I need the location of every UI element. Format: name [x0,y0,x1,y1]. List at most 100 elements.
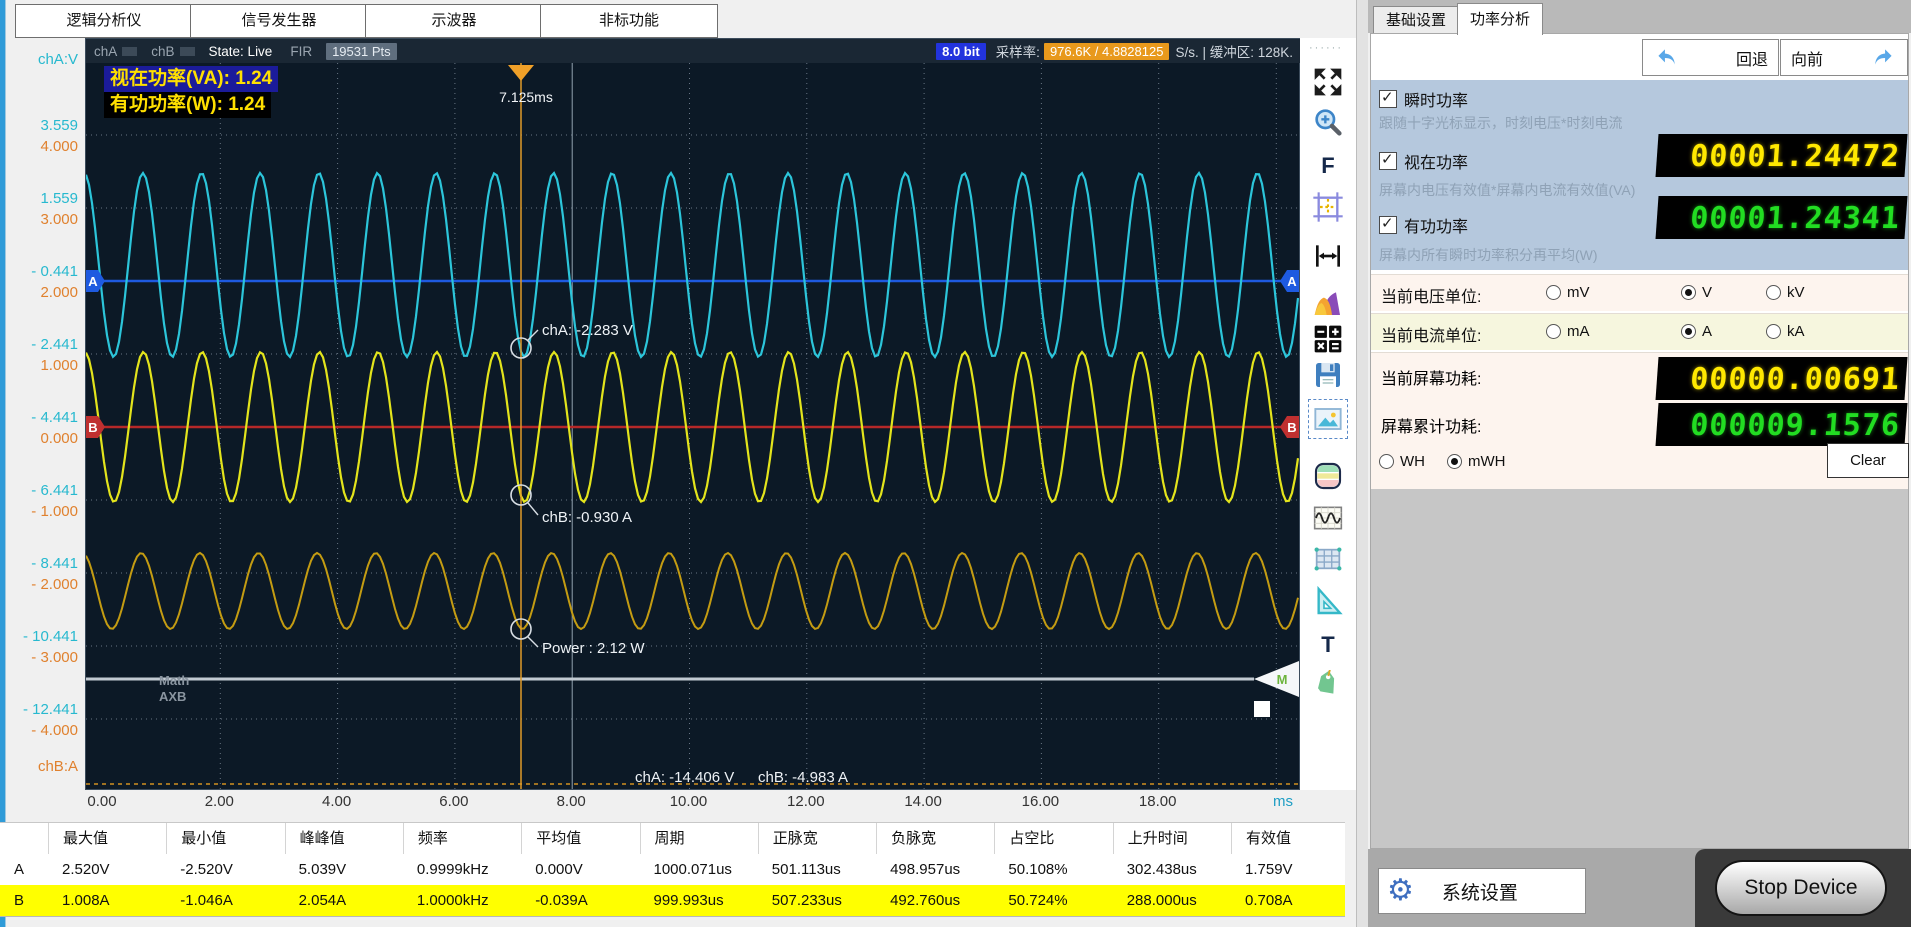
save-icon[interactable] [1308,355,1348,395]
table-value-cell: -0.039A [521,885,639,916]
radio-mwh[interactable] [1447,454,1462,469]
undo-label: 回退 [1736,46,1768,70]
table-row[interactable]: A2.520V-2.520V5.039V0.9999kHz0.000V1000.… [0,854,1345,885]
tab-power-analysis[interactable]: 功率分析 [1457,3,1543,35]
expand-icon[interactable] [1308,62,1348,102]
table-value-cell: 501.113us [758,854,876,885]
apparent-power-label: 视在功率 [1404,149,1468,173]
table-header-cell[interactable]: 平均值 [521,823,639,854]
radio-wh[interactable] [1379,454,1394,469]
zoom-in-icon[interactable] [1308,102,1348,142]
horizontal-measure-icon[interactable] [1308,236,1348,276]
waveform-card-icon[interactable] [1308,498,1348,538]
table-header-cell[interactable]: 最小值 [166,823,284,854]
instant-power-row[interactable]: ✓ 瞬时功率 [1379,87,1468,111]
text-tool-icon[interactable]: T [1308,625,1348,665]
redo-label: 向前 [1791,46,1823,70]
screenshot-icon[interactable] [1308,399,1348,439]
apparent-power-checkbox[interactable]: ✓ [1379,152,1397,170]
top-tabs: 逻辑分析仪信号发生器示波器非标功能 [0,0,900,40]
energy-consumption-section: 当前屏幕功耗: 00000.00691 屏幕累计功耗: 000009.1576 … [1371,352,1908,490]
table-header-cell[interactable]: 占空比 [994,823,1112,854]
time-axis: 0.002.004.006.008.0010.0012.0014.0016.00… [0,793,1310,817]
fir-filter-label[interactable]: FIR [290,44,312,59]
redo-button[interactable]: 向前 [1780,39,1908,76]
table-header-cell[interactable]: 最大值 [48,823,166,854]
channel-a-swatch[interactable] [122,47,137,56]
current-unit-a[interactable]: A [1681,323,1712,340]
channel-a-right-marker-label: A [1287,274,1297,289]
current-unit-ma[interactable]: mA [1546,323,1590,340]
cursor-time-label: 7.125ms [499,89,553,105]
redo-arrow-icon [1871,45,1897,71]
histogram-icon[interactable] [1308,283,1348,323]
voltage-unit-v[interactable]: V [1681,284,1712,301]
clear-button[interactable]: Clear [1827,443,1909,478]
current-unit-option-label: mA [1567,323,1590,340]
math-operations-icon[interactable] [1308,319,1348,359]
table-header-cell[interactable]: 频率 [403,823,521,854]
channel-b-swatch[interactable] [180,47,195,56]
table-row[interactable]: B1.008A-1.046A2.054A1.0000kHz-0.039A999.… [0,885,1345,916]
radio-v[interactable] [1681,285,1696,300]
measurement-table[interactable]: 最大值最小值峰峰值频率平均值周期正脉宽负脉宽占空比上升时间有效值A2.520V-… [0,822,1345,917]
table-value-cell: 50.108% [994,854,1112,885]
fit-frequency-icon[interactable]: F [1308,146,1348,186]
time-tick-label: 16.00 [1005,793,1075,810]
buffer-info: S/s. | 缓冲区: 128K. [1175,41,1293,61]
tab-basic-settings[interactable]: 基础设置 [1373,6,1459,35]
energy-unit-mwh[interactable]: mWH [1447,453,1506,470]
table-header-cell[interactable]: 负脉宽 [876,823,994,854]
waveform-plot-area[interactable]: 7.125ms chA: -2.283 V chB: -0.930 A Powe… [86,63,1299,789]
voltage-unit-kv[interactable]: kV [1766,284,1805,301]
energy-unit-wh[interactable]: WH [1379,453,1425,470]
math-handle-square[interactable] [1254,701,1270,717]
toolbar-drag-handle[interactable]: ······ [1309,42,1343,54]
energy-unit-option-label: WH [1400,453,1425,470]
tab-3[interactable]: 示波器 [365,4,543,38]
stop-device-button[interactable]: Stop Device [1715,860,1887,916]
radio-ma[interactable] [1546,324,1561,339]
table-header-cell[interactable]: 峰峰值 [285,823,403,854]
radio-a[interactable] [1681,324,1696,339]
tag-icon[interactable] [1308,666,1348,706]
axis-chb-value: 1.000 [2,356,78,375]
channel-a-label[interactable]: chA [94,44,117,59]
table-header-cell[interactable]: 有效值 [1231,823,1349,854]
voltage-unit-mv[interactable]: mV [1546,284,1590,301]
math-label-line2: AXB [159,689,186,704]
set-square-icon[interactable] [1308,581,1348,621]
screen-power-label: 当前屏幕功耗: [1381,365,1481,389]
tab-2[interactable]: 信号发生器 [190,4,368,38]
waveform-traces [86,173,1298,629]
undo-arrow-icon [1653,45,1679,71]
table-header-cell[interactable]: 正脉宽 [758,823,876,854]
trigger-marker-icon[interactable] [508,65,534,81]
tab-4[interactable]: 非标功能 [540,4,718,38]
layers-icon[interactable] [1308,456,1348,496]
apparent-power-row[interactable]: ✓ 视在功率 [1379,149,1468,173]
table-header-cell[interactable]: 周期 [640,823,758,854]
system-settings-button[interactable]: ⚙ 系统设置 [1378,868,1586,914]
data-table-icon[interactable] [1308,539,1348,579]
scope-plot-svg[interactable]: 7.125ms chA: -2.283 V chB: -0.930 A Powe… [86,63,1299,789]
power-options-section: ✓ 瞬时功率 跟随十字光标显示，时刻电压*时刻电流 ✓ 视在功率 00001.2… [1371,80,1908,270]
axis-chb-value: 0.000 [2,429,78,448]
radio-kv[interactable] [1766,285,1781,300]
current-unit-ka[interactable]: kA [1766,323,1805,340]
active-power-checkbox[interactable]: ✓ [1379,216,1397,234]
energy-unit-option-label: mWH [1468,453,1506,470]
radio-ka[interactable] [1766,324,1781,339]
cursor-grid-icon[interactable] [1308,187,1348,227]
tab-1[interactable]: 逻辑分析仪 [15,4,193,38]
instant-power-checkbox[interactable]: ✓ [1379,90,1397,108]
table-header-cell[interactable]: 上升时间 [1113,823,1231,854]
active-power-row[interactable]: ✓ 有功功率 [1379,213,1468,237]
row-channel-label: B [14,885,24,916]
connector-chb [528,503,538,515]
axis-cha-value: 1.559 [2,189,78,208]
undo-button[interactable]: 回退 [1642,39,1779,76]
axis-cha-value: 3.559 [2,116,78,135]
channel-b-label[interactable]: chB [151,44,174,59]
radio-mv[interactable] [1546,285,1561,300]
